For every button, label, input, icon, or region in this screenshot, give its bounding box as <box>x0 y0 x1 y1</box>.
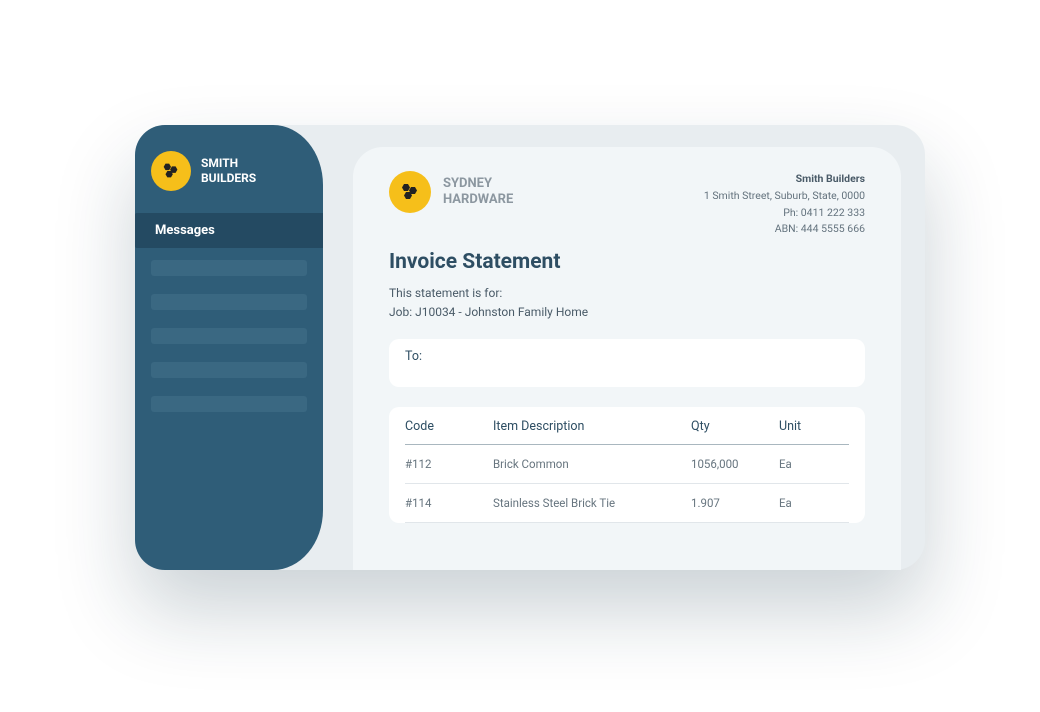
statement-job: Job: J10034 - Johnston Family Home <box>389 303 865 322</box>
table-row: #112 Brick Common 1056,000 Ea <box>405 445 849 484</box>
cell-unit: Ea <box>779 457 849 471</box>
sidebar-item-placeholder[interactable] <box>151 294 307 310</box>
th-code: Code <box>405 419 485 434</box>
cell-qty: 1.907 <box>691 496 771 510</box>
supplier-name: SYDNEY HARDWARE <box>443 176 513 209</box>
app-window: SMITH BUILDERS Messages <box>135 125 925 570</box>
th-unit: Unit <box>779 419 849 434</box>
cell-qty: 1056,000 <box>691 457 771 471</box>
bill-to-name: Smith Builders <box>704 171 865 188</box>
items-table: Code Item Description Qty Unit #112 Bric… <box>389 407 865 523</box>
cell-desc: Stainless Steel Brick Tie <box>493 496 683 510</box>
company-logo-icon <box>151 151 191 191</box>
table-header-row: Code Item Description Qty Unit <box>405 419 849 445</box>
bill-to-phone: Ph: 0411 222 333 <box>704 205 865 222</box>
th-desc: Item Description <box>493 419 683 434</box>
sidebar: SMITH BUILDERS Messages <box>135 125 323 570</box>
main-panel: SYDNEY HARDWARE Smith Builders 1 Smith S… <box>323 125 925 570</box>
document-title: Invoice Statement <box>389 250 865 274</box>
sidebar-item-placeholder[interactable] <box>151 260 307 276</box>
sidebar-item-messages[interactable]: Messages <box>135 213 323 248</box>
table-row: #114 Stainless Steel Brick Tie 1.907 Ea <box>405 484 849 523</box>
to-label: To: <box>405 349 422 364</box>
document-header: SYDNEY HARDWARE Smith Builders 1 Smith S… <box>389 171 865 238</box>
invoice-document: SYDNEY HARDWARE Smith Builders 1 Smith S… <box>353 147 901 570</box>
bill-to-abn: ABN: 444 5555 666 <box>704 221 865 238</box>
th-qty: Qty <box>691 419 771 434</box>
recipient-box: To: <box>389 339 865 387</box>
sidebar-company-name: SMITH BUILDERS <box>201 156 256 186</box>
cell-code: #114 <box>405 496 485 510</box>
supplier-brand: SYDNEY HARDWARE <box>389 171 513 213</box>
bill-to-block: Smith Builders 1 Smith Street, Suburb, S… <box>704 171 865 238</box>
cell-unit: Ea <box>779 496 849 510</box>
statement-for-label: This statement is for: <box>389 284 865 303</box>
sidebar-item-placeholder[interactable] <box>151 328 307 344</box>
cell-code: #112 <box>405 457 485 471</box>
supplier-logo-icon <box>389 171 431 213</box>
statement-meta: This statement is for: Job: J10034 - Joh… <box>389 284 865 322</box>
sidebar-item-placeholder[interactable] <box>151 362 307 378</box>
bill-to-address: 1 Smith Street, Suburb, State, 0000 <box>704 188 865 205</box>
cell-desc: Brick Common <box>493 457 683 471</box>
sidebar-header: SMITH BUILDERS <box>135 143 323 207</box>
sidebar-item-placeholder[interactable] <box>151 396 307 412</box>
sidebar-nav-placeholder <box>135 260 323 412</box>
